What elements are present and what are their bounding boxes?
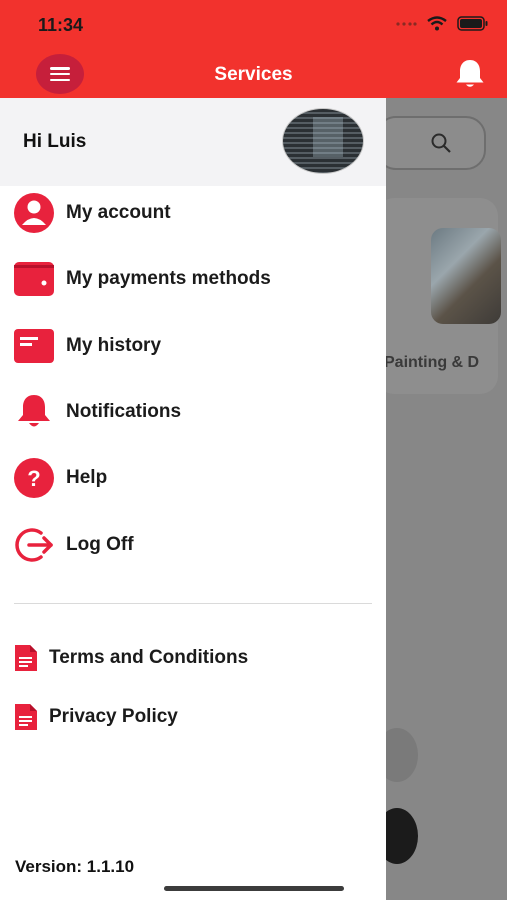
- logout-icon: [13, 524, 55, 566]
- help-icon: ?: [13, 457, 55, 499]
- drawer-header: Hi Luis: [0, 98, 386, 186]
- page-title: Services: [214, 64, 293, 85]
- menu-item-label: Notifications: [66, 401, 182, 422]
- service-photo: [431, 228, 501, 324]
- user-icon: [13, 192, 55, 234]
- wallet-icon: [13, 258, 55, 300]
- link-privacy-policy[interactable]: Privacy Policy: [0, 699, 386, 735]
- bell-icon: [13, 391, 55, 433]
- menu-item-my-history[interactable]: My history: [0, 323, 386, 369]
- menu-item-label: Help: [66, 467, 108, 488]
- search-icon: [431, 133, 451, 153]
- navigation-drawer: Hi Luis My account My payments methods M…: [0, 98, 386, 900]
- battery-icon: [457, 16, 488, 31]
- menu-item-label: My account: [66, 202, 171, 223]
- menu-item-label: My history: [66, 335, 162, 356]
- app-header: 11:34 Services: [0, 0, 507, 98]
- svg-text:?: ?: [27, 466, 40, 491]
- divider: [14, 603, 372, 604]
- menu-item-notifications[interactable]: Notifications: [0, 389, 386, 435]
- document-icon: [14, 703, 38, 731]
- service-card-label: Painting & D: [386, 354, 480, 371]
- menu-item-payment-methods[interactable]: My payments methods: [0, 256, 386, 302]
- background-search-box: [386, 116, 486, 170]
- menu-item-label: My payments methods: [66, 268, 271, 289]
- cellular-signal-icon: [396, 21, 417, 26]
- menu-item-my-account[interactable]: My account: [0, 190, 386, 236]
- notifications-button[interactable]: [453, 57, 487, 96]
- link-label: Privacy Policy: [49, 706, 178, 727]
- history-icon: [13, 325, 55, 367]
- greeting: Hi Luis: [23, 131, 87, 152]
- menu-item-help[interactable]: ? Help: [0, 455, 386, 501]
- link-label: Terms and Conditions: [49, 647, 249, 668]
- document-icon: [14, 644, 38, 672]
- background-content: Painting & D: [386, 98, 507, 900]
- arrow-button: [386, 728, 418, 782]
- avatar[interactable]: [282, 108, 364, 174]
- wifi-icon: [427, 16, 447, 31]
- status-time: 11:34: [38, 15, 84, 35]
- app-version: Version: 1.1.10: [15, 857, 135, 876]
- home-indicator[interactable]: [164, 886, 344, 891]
- menu-item-label: Log Off: [66, 534, 134, 555]
- arrow-button-dark: [386, 808, 418, 864]
- bell-icon: [456, 60, 484, 87]
- menu-item-log-off[interactable]: Log Off: [0, 522, 386, 568]
- link-terms-and-conditions[interactable]: Terms and Conditions: [0, 640, 386, 676]
- status-icons: [395, 16, 489, 31]
